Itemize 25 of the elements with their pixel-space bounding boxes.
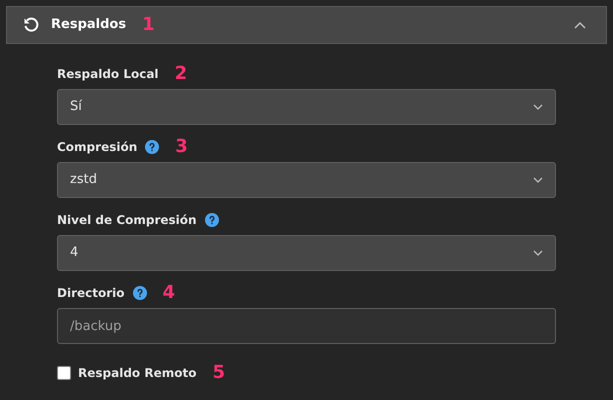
section-header[interactable]: Respaldos 1 — [6, 6, 607, 44]
annotation-number: 4 — [162, 284, 176, 302]
field-label: Nivel de Compresión — [57, 212, 197, 229]
help-icon[interactable] — [145, 140, 160, 154]
restore-icon — [23, 17, 39, 33]
help-icon[interactable] — [204, 213, 219, 227]
section-title: Respaldos — [51, 16, 126, 34]
select-field[interactable]: Sí — [57, 89, 556, 125]
annotation-number: 5 — [212, 364, 225, 382]
field-label: Directorio — [57, 285, 124, 302]
input-field[interactable]: /backup — [57, 308, 556, 344]
help-icon[interactable] — [132, 286, 146, 300]
select-field[interactable]: zstd — [57, 162, 556, 198]
chevron-up-icon[interactable] — [574, 21, 586, 29]
field-label: Respaldo Local — [57, 66, 159, 83]
checkbox[interactable] — [57, 366, 71, 380]
chevron-down-icon — [533, 104, 543, 110]
select-field[interactable]: 4 — [57, 235, 556, 271]
annotation-number: 3 — [175, 138, 188, 156]
annotation-number: 1 — [142, 16, 155, 34]
checkbox-label: Respaldo Remoto — [78, 365, 196, 382]
chevron-down-icon — [533, 250, 543, 256]
annotation-number: 2 — [174, 65, 188, 83]
chevron-down-icon — [533, 177, 543, 183]
field-label: Compresión — [57, 139, 138, 156]
